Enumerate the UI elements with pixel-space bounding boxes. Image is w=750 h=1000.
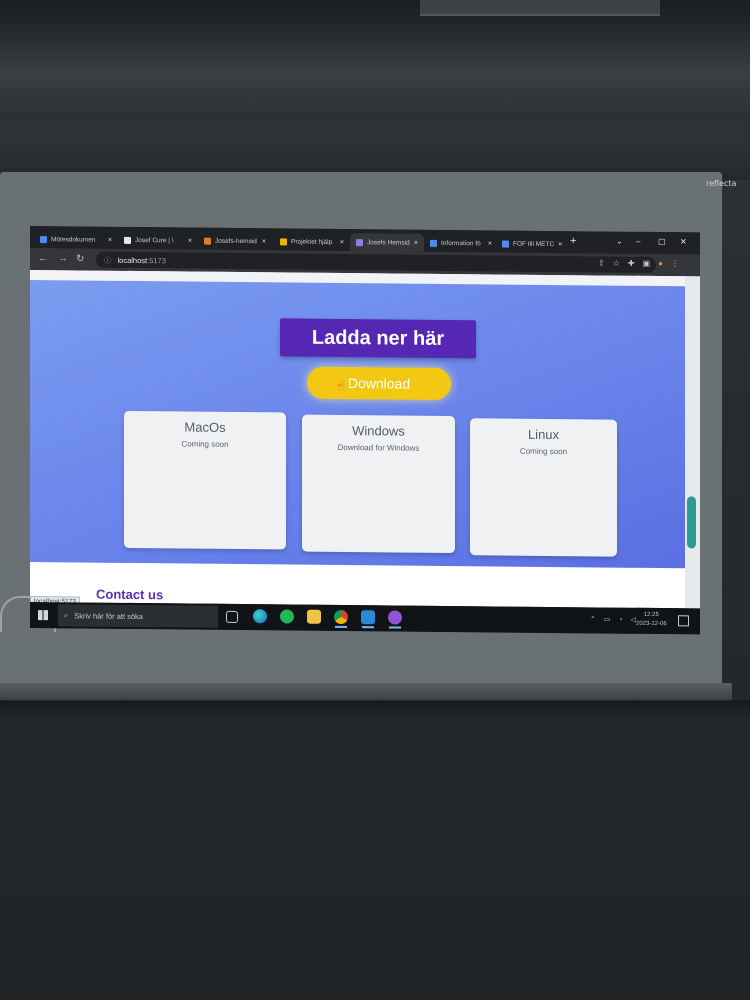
ceiling — [0, 0, 750, 120]
chrome-icon[interactable] — [334, 609, 348, 625]
clock-time: 12:25 — [643, 611, 659, 619]
projection-screen-bottom-bar — [0, 683, 732, 701]
forward-icon[interactable]: → — [58, 253, 68, 264]
download-button[interactable]: Download — [307, 366, 451, 401]
back-icon[interactable]: ← — [38, 253, 48, 264]
file-explorer-icon[interactable] — [307, 609, 321, 624]
os-card-macos: MacOs Coming soon — [124, 410, 286, 550]
projected-desktop: Mötesdokumen × Josef Cure | \ × Josefs-h… — [30, 226, 700, 635]
close-tab-icon[interactable]: × — [262, 238, 266, 245]
url-host: localhost — [117, 255, 148, 265]
profile-avatar-icon[interactable]: ● — [658, 259, 663, 268]
close-window-button[interactable]: ✕ — [680, 237, 687, 246]
vscode-icon[interactable] — [361, 610, 375, 625]
card-title: Linux — [527, 426, 560, 443]
card-title: MacOs — [184, 419, 226, 435]
github-desktop-icon[interactable] — [388, 610, 402, 625]
card-title: Windows — [352, 423, 405, 439]
tab-title: Josefs-hemsid — [215, 237, 257, 245]
card-text[interactable]: Download for Windows — [302, 443, 455, 453]
taskbar-search-placeholder: Skriv här för att söka — [74, 610, 143, 621]
share-icon[interactable]: ⇪ — [598, 258, 605, 267]
edge-icon[interactable] — [253, 609, 267, 624]
profile-favicon-icon — [124, 236, 131, 244]
doc-favicon-icon — [502, 240, 509, 248]
url-port: :5173 — [147, 255, 166, 265]
bookmark-star-icon[interactable]: ☆ — [613, 259, 620, 268]
maximize-button[interactable]: ▢ — [658, 237, 666, 246]
os-card-linux: Linux Coming soon — [470, 418, 617, 557]
card-text: Coming soon — [181, 439, 229, 449]
download-section: Ladda ner här Download ☝ MacOs Coming so… — [30, 280, 685, 569]
close-tab-icon[interactable]: × — [414, 239, 418, 246]
browser-tab[interactable]: FOF till METC × — [496, 234, 566, 253]
address-bar[interactable]: ⓘ localhost :5173 — [96, 251, 656, 274]
slack-favicon-icon — [204, 237, 211, 245]
browser-tab[interactable]: Information fö × — [424, 234, 498, 253]
windows-start-icon[interactable] — [38, 610, 48, 621]
page-scroll-thumb[interactable] — [687, 496, 696, 549]
taskbar-search-box[interactable]: ⌕ Skriv här för att söka — [58, 604, 218, 628]
close-tab-icon[interactable]: × — [488, 240, 492, 247]
tab-search-icon[interactable]: ⌄ — [616, 237, 623, 246]
new-tab-button[interactable]: + — [570, 235, 576, 247]
browser-tab-active[interactable]: Josefs Hemsid × — [350, 233, 424, 252]
system-tray-icons[interactable]: ⌃ ▭ ◔ ◁ — [590, 615, 639, 623]
minimize-button[interactable]: – — [636, 237, 640, 246]
tab-title: FOF till METC — [513, 240, 555, 248]
tab-title: Josef Cure | \ — [135, 236, 174, 244]
doc-favicon-icon — [40, 235, 47, 243]
task-view-icon[interactable] — [226, 610, 238, 623]
clock-date: 2023-12-06 — [636, 620, 667, 628]
tab-title: Josefs Hemsid — [367, 238, 410, 247]
search-icon: ⌕ — [64, 610, 69, 620]
browser-tab[interactable]: Josef Cure | \ × — [118, 231, 198, 250]
browser-tab[interactable]: Josefs-hemsid × — [198, 232, 272, 251]
page-scrollbar[interactable] — [685, 276, 700, 609]
close-tab-icon[interactable]: × — [188, 237, 192, 244]
site-info-icon[interactable]: ⓘ — [104, 254, 112, 265]
taskbar-clock[interactable]: 12:25 2023-12-06 — [636, 611, 667, 629]
tab-title: Mötesdokumen — [51, 235, 96, 244]
reload-icon[interactable]: ↻ — [76, 253, 84, 264]
extensions-icon[interactable]: ✚ — [628, 259, 635, 268]
browser-tab[interactable]: Mötesdokumen × — [34, 230, 118, 249]
toolbar-icons: ⇪ ☆ ✚ ▣ ● ⋮ — [598, 258, 679, 268]
doc-favicon-icon — [430, 239, 437, 247]
web-page: Ladda ner här Download ☝ MacOs Coming so… — [30, 270, 700, 609]
close-tab-icon[interactable]: × — [558, 241, 562, 248]
screen-shadow — [0, 700, 750, 720]
menu-icon[interactable]: ⋮ — [671, 259, 679, 268]
notification-icon[interactable] — [678, 615, 689, 627]
card-text: Coming soon — [519, 446, 568, 457]
spotify-icon[interactable] — [280, 609, 294, 624]
hand-cursor-icon: ☝ — [334, 379, 347, 392]
sidepanel-icon[interactable]: ▣ — [643, 259, 651, 268]
vite-favicon-icon — [356, 238, 363, 246]
ceiling-light — [420, 0, 660, 16]
browser-tab[interactable]: Projektet hjälp × — [274, 232, 350, 251]
projector-brand-label: reflecta — [706, 179, 737, 188]
os-card-windows: Windows Download for Windows — [302, 414, 455, 554]
contact-heading: Contact us — [96, 586, 164, 603]
download-heading: Ladda ner här — [280, 318, 476, 359]
sheet-favicon-icon — [280, 237, 287, 245]
tab-title: Projektet hjälp — [291, 238, 333, 246]
tab-title: Information fö — [441, 239, 481, 247]
close-tab-icon[interactable]: × — [340, 238, 344, 245]
close-tab-icon[interactable]: × — [108, 236, 112, 243]
